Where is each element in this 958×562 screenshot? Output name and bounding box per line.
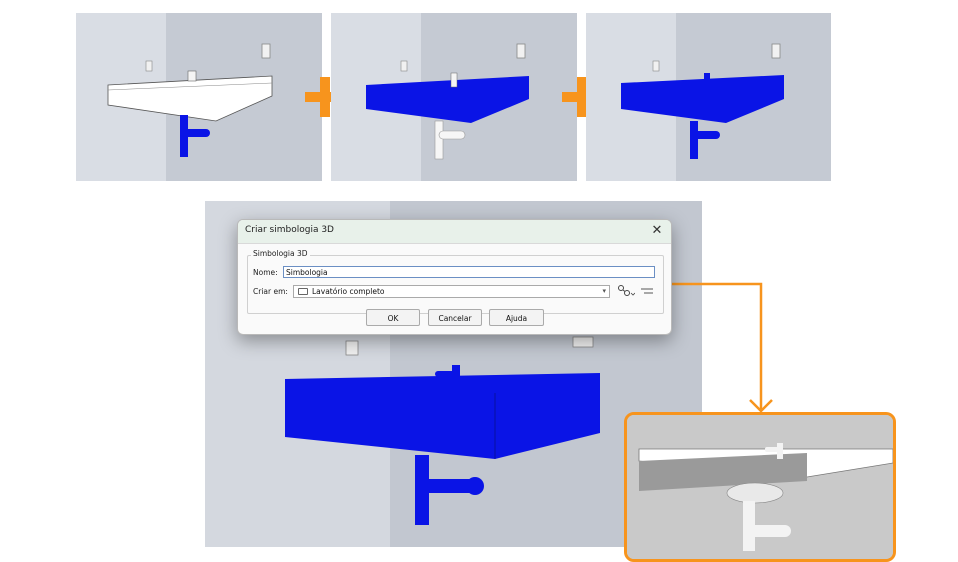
dialog-title: Criar simbologia 3D xyxy=(245,225,334,235)
create-in-select[interactable]: Lavatório completo ▾ xyxy=(293,285,610,298)
close-icon[interactable]: ✕ xyxy=(649,223,665,239)
zoom-callout xyxy=(624,412,896,562)
help-button[interactable]: Ajuda xyxy=(489,309,544,326)
create-in-label: Criar em: xyxy=(253,287,288,296)
ok-button[interactable]: OK xyxy=(366,309,420,326)
cancel-button[interactable]: Cancelar xyxy=(428,309,482,326)
edit-icon[interactable] xyxy=(640,285,654,297)
viewport-panel-2 xyxy=(331,13,577,181)
create-in-value: Lavatório completo xyxy=(312,287,385,296)
chevron-down-icon: ▾ xyxy=(602,287,606,295)
viewport-panel-3 xyxy=(586,13,831,181)
name-label: Nome: xyxy=(253,268,278,277)
folder-icon xyxy=(298,288,308,295)
group-label: Simbologia 3D xyxy=(251,249,310,258)
dialog-titlebar: Criar simbologia 3D ✕ xyxy=(238,220,671,244)
pick-element-icon[interactable] xyxy=(617,284,635,298)
viewport-panel-1 xyxy=(76,13,322,181)
callout-connector xyxy=(672,282,773,413)
name-input[interactable]: Simbologia xyxy=(283,266,655,278)
